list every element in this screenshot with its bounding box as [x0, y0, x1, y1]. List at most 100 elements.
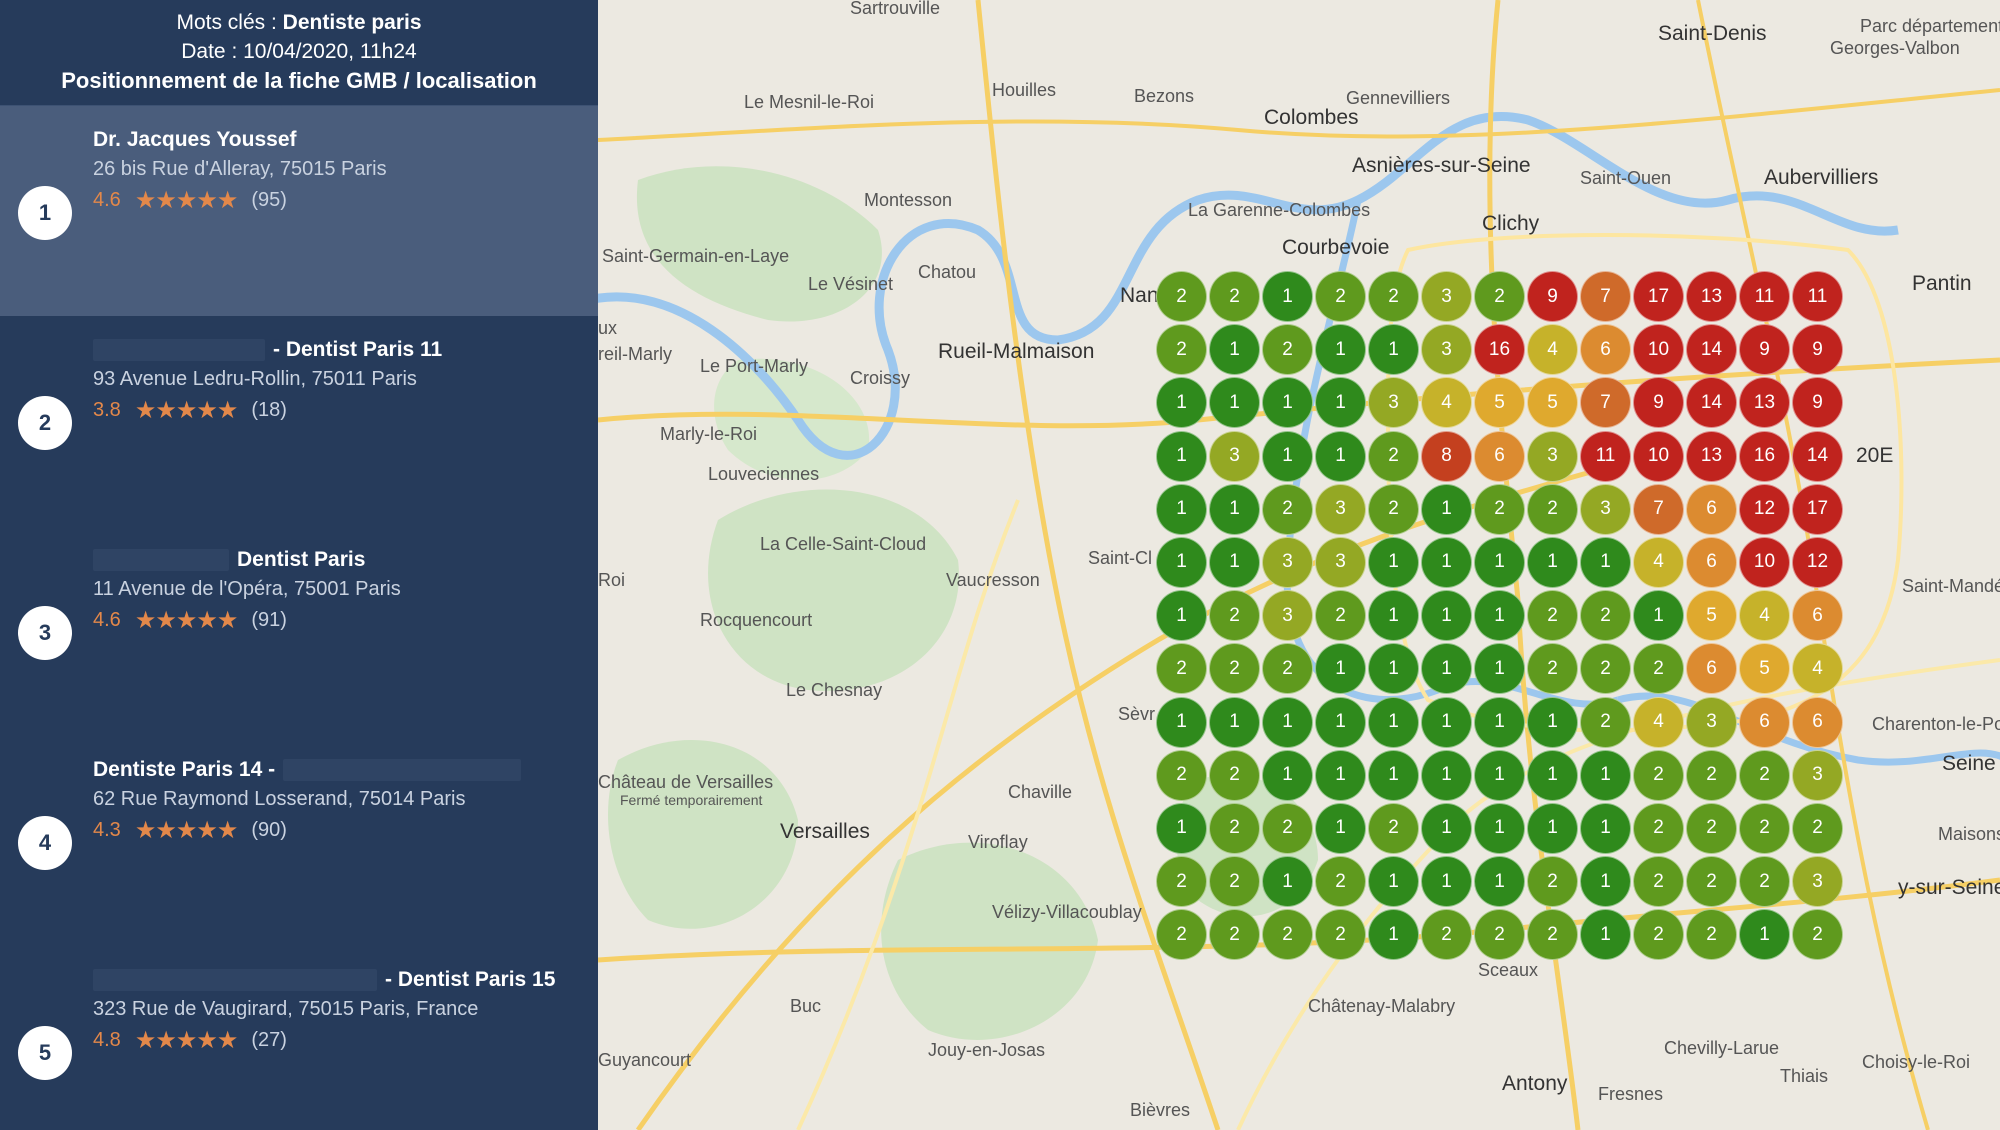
- rank-dot: 1: [1474, 696, 1525, 748]
- map-label: reil-Marly: [598, 344, 672, 364]
- business-address: 62 Rue Raymond Losserand, 75014 Paris: [93, 788, 466, 810]
- rank-dot: 4: [1633, 536, 1684, 588]
- rank-dot: 1: [1527, 696, 1578, 748]
- rank-dot: 1: [1315, 324, 1366, 376]
- rank-dot: 3: [1368, 377, 1419, 429]
- result-item-5[interactable]: 5 - Dentist Paris 15 323 Rue de Vaugirar…: [0, 946, 598, 1130]
- rank-dot: 1: [1739, 909, 1790, 961]
- rating-row: 4.6 ★★★★★ (95): [93, 186, 287, 215]
- map-label: Gennevilliers: [1346, 88, 1451, 108]
- redacted-text: [283, 759, 522, 782]
- rank-dot: 14: [1686, 377, 1737, 429]
- map-label: Clichy: [1482, 212, 1540, 235]
- map-label: Choisy-le-Roi: [1862, 1052, 1971, 1072]
- business-name-row[interactable]: Dentist Paris: [93, 548, 365, 572]
- map-label: Colombes: [1264, 106, 1359, 129]
- redacted-text: [93, 969, 377, 992]
- result-item-3[interactable]: 3 Dentist Paris 11 Avenue de l'Opéra, 75…: [0, 526, 598, 736]
- rank-badge: 3: [18, 606, 72, 660]
- rank-dot: 1: [1262, 271, 1313, 322]
- business-name-row[interactable]: - Dentist Paris 11: [93, 338, 442, 362]
- rank-dot: 4: [1792, 643, 1843, 695]
- result-item-1[interactable]: 1 Dr. Jacques Youssef 26 bis Rue d'Aller…: [0, 106, 598, 316]
- rank-dot: 6: [1686, 483, 1737, 535]
- rating-value: 3.8: [93, 399, 121, 421]
- map-label: Fresnes: [1598, 1084, 1664, 1104]
- map-label: Bezons: [1134, 86, 1195, 106]
- rank-dot: 1: [1156, 536, 1207, 588]
- rank-dot: 2: [1580, 696, 1631, 748]
- rank-dot: 1: [1633, 590, 1684, 642]
- map-label: Le Port-Marly: [700, 356, 809, 376]
- rank-dot: 2: [1209, 590, 1260, 642]
- rank-dot: 1: [1315, 430, 1366, 482]
- rank-dot: 2: [1156, 749, 1207, 801]
- rank-dot: 11: [1580, 430, 1631, 482]
- rank-dot: 5: [1686, 590, 1737, 642]
- map-label: Croissy: [850, 368, 911, 388]
- rank-dot: 2: [1156, 324, 1207, 376]
- rank-dot: 1: [1421, 483, 1472, 535]
- rank-dot: 3: [1262, 590, 1313, 642]
- keywords-line: Mots clés : Dentiste paris: [0, 8, 598, 37]
- rating-value: 4.6: [93, 609, 121, 631]
- rating-row: 3.8 ★★★★★ (18): [93, 396, 287, 425]
- rank-dot: 1: [1156, 696, 1207, 748]
- rank-dot: 1: [1156, 430, 1207, 482]
- rank-dot: 10: [1633, 430, 1684, 482]
- rank-dot: 1: [1527, 749, 1578, 801]
- rank-dot: 2: [1315, 590, 1366, 642]
- map-label: Sèvr: [1118, 704, 1156, 724]
- result-item-4[interactable]: 4 Dentiste Paris 14 - 62 Rue Raymond Los…: [0, 736, 598, 946]
- rank-dot: 1: [1421, 856, 1472, 908]
- business-name-row[interactable]: Dentiste Paris 14 -: [93, 758, 529, 782]
- rank-dot: 2: [1156, 643, 1207, 695]
- rank-dot: 1: [1262, 377, 1313, 429]
- rank-dot: 12: [1739, 483, 1790, 535]
- rank-dot: 2: [1368, 271, 1419, 322]
- rank-dot: 1: [1156, 802, 1207, 854]
- rank-dot: 2: [1580, 590, 1631, 642]
- rank-dot: 3: [1527, 430, 1578, 482]
- review-count: (27): [251, 1029, 287, 1051]
- rank-dot: 3: [1580, 483, 1631, 535]
- map-label: Roi: [598, 570, 626, 590]
- rank-dot: 16: [1474, 324, 1525, 376]
- rank-dot: 1: [1474, 536, 1525, 588]
- rank-dot: 3: [1262, 536, 1313, 588]
- map-label: Rocquencourt: [700, 610, 813, 630]
- map-label: Versailles: [780, 820, 870, 843]
- map-label: La Celle-Saint-Cloud: [760, 534, 927, 554]
- rank-dot: 1: [1474, 643, 1525, 695]
- map-label: Viroflay: [968, 832, 1028, 852]
- map-label: Maisons: [1938, 824, 2000, 844]
- rank-dot: 3: [1209, 430, 1260, 482]
- rank-dot: 1: [1315, 377, 1366, 429]
- business-name[interactable]: Dr. Jacques Youssef: [93, 128, 297, 152]
- rank-dot: 3: [1421, 324, 1472, 376]
- rank-dot: 2: [1421, 909, 1472, 961]
- map-label: Rueil-Malmaison: [938, 340, 1095, 363]
- rank-dot: 2: [1209, 643, 1260, 695]
- map-label: Courbevoie: [1282, 236, 1390, 259]
- business-address: 93 Avenue Ledru-Rollin, 75011 Paris: [93, 368, 417, 390]
- rank-dot: 4: [1633, 696, 1684, 748]
- rank-dot: 2: [1686, 856, 1737, 908]
- rank-dot: 1: [1209, 696, 1260, 748]
- map-label: Charenton-le-Po: [1872, 714, 2000, 734]
- rank-badge: 2: [18, 396, 72, 450]
- rank-dot: 1: [1156, 377, 1207, 429]
- rank-dot: 13: [1686, 271, 1737, 322]
- result-item-2[interactable]: 2 - Dentist Paris 11 93 Avenue Ledru-Rol…: [0, 316, 598, 526]
- map-label: Vaucresson: [946, 570, 1040, 590]
- business-name-row[interactable]: - Dentist Paris 15: [93, 968, 555, 992]
- map-label: Montesson: [864, 190, 953, 210]
- map-label: Chatou: [918, 262, 977, 282]
- rank-dot: 2: [1633, 749, 1684, 801]
- rank-dot: 1: [1368, 856, 1419, 908]
- ranking-grid-overlay: 2 2 1 2 2 3 2 9 7 17 13 11 11 2 1 2 1 1 3 16 4 6 10 14 9 9 1 1 1 1 3 4 5…: [1156, 271, 1846, 961]
- rank-dot: 2: [1527, 590, 1578, 642]
- rank-badge: 5: [18, 1026, 72, 1080]
- rank-dot: 2: [1686, 909, 1737, 961]
- map-label: Saint-Ouen: [1580, 168, 1672, 188]
